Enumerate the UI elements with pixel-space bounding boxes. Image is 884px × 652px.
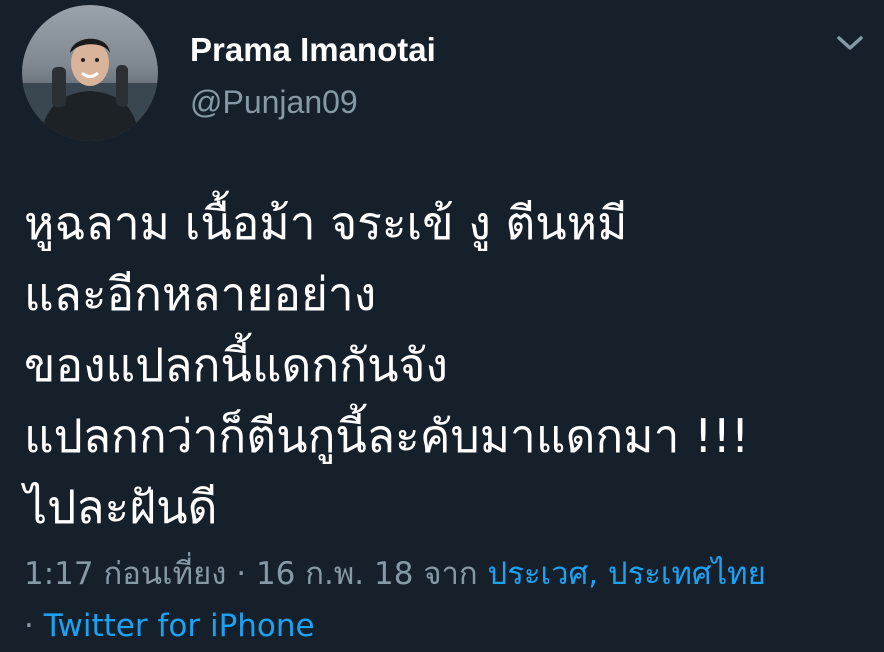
tweet-text-line: และอีกหลายอย่าง — [24, 267, 377, 321]
source-link[interactable]: Twitter for iPhone — [44, 608, 315, 644]
tweet-text-line: ของแปลกนี้แดกกันจัง — [24, 338, 448, 392]
chevron-down-icon[interactable] — [832, 28, 868, 58]
tweet-time[interactable]: 1:17 ก่อนเที่ยง — [24, 556, 226, 592]
display-name[interactable]: Prama Imanotai — [190, 30, 436, 70]
tweet-text-line: ไปละฝันดี — [24, 480, 218, 534]
source-separator: · — [24, 608, 44, 644]
tweet-text-line: แปลกกว่าก็ตีนกูนี้ละคับมาแดกมา !!! — [24, 409, 750, 463]
avatar[interactable] — [22, 5, 158, 141]
tweet-source-row: · Twitter for iPhone — [24, 600, 874, 652]
location-link[interactable]: ประเวศ, ประเทศไทย — [488, 556, 766, 592]
tweet-text-line: หูฉลาม เนื้อม้า จระเข้ งู ตีนหมี — [24, 196, 628, 250]
tweet-metadata-row: 1:17 ก่อนเที่ยง · 16 ก.พ. 18 จาก ประเวศ,… — [24, 548, 874, 600]
from-label: จาก — [413, 556, 488, 592]
user-handle[interactable]: @Punjan09 — [190, 82, 358, 122]
tweet-card: Prama Imanotai @Punjan09 หูฉลาม เนื้อม้า… — [0, 0, 884, 652]
avatar-image — [22, 5, 158, 141]
tweet-text: หูฉลาม เนื้อม้า จระเข้ งู ตีนหมี และอีกห… — [24, 188, 874, 543]
tweet-metadata: 1:17 ก่อนเที่ยง · 16 ก.พ. 18 จาก ประเวศ,… — [24, 548, 874, 652]
tweet-date[interactable]: 16 ก.พ. 18 — [256, 556, 414, 592]
meta-separator: · — [226, 556, 256, 592]
